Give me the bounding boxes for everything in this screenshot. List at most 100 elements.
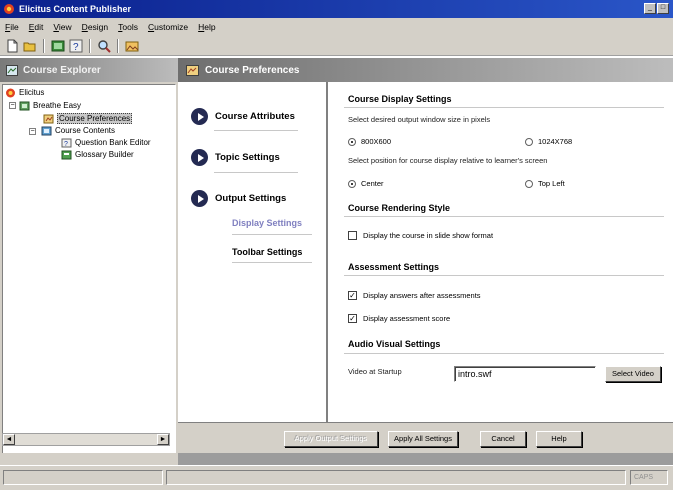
- checkmark-icon: ✓: [348, 291, 357, 300]
- assessment-settings-heading: Assessment Settings: [348, 262, 440, 272]
- menu-file[interactable]: File: [0, 22, 24, 32]
- tree-node-course-contents[interactable]: Course Contents: [41, 125, 115, 136]
- video-at-startup-label: Video at Startup: [348, 367, 402, 376]
- select-video-button[interactable]: Select Video: [605, 366, 661, 382]
- display-settings-content: Course Display Settings Select desired o…: [328, 82, 673, 422]
- tree-node-glossary[interactable]: Glossary Builder: [61, 149, 134, 160]
- svg-text:?: ?: [73, 42, 79, 53]
- tree-label-course-preferences: Course Preferences: [57, 113, 133, 124]
- menu-view[interactable]: View: [48, 22, 76, 32]
- radio-label: 800X600: [361, 137, 392, 146]
- tree-label-question-bank: Question Bank Editor: [75, 138, 151, 147]
- status-pane-message: [166, 470, 626, 485]
- arrow-circle-icon: [191, 108, 208, 125]
- minimize-button[interactable]: _: [644, 3, 656, 14]
- checkbox-unchecked: [348, 231, 357, 240]
- nav-topic-settings[interactable]: Topic Settings: [191, 149, 280, 166]
- cancel-button[interactable]: Cancel: [480, 431, 526, 447]
- radio-800x600[interactable]: 800X600: [348, 137, 391, 146]
- help-button[interactable]: Help: [536, 431, 582, 447]
- tree-horizontal-scrollbar[interactable]: ◄ ►: [2, 433, 170, 446]
- open-folder-icon[interactable]: [22, 38, 38, 54]
- apply-output-settings-button[interactable]: Apply Output Settings: [284, 431, 378, 447]
- toolbar: ?: [0, 36, 673, 56]
- preview-icon[interactable]: [50, 38, 66, 54]
- contents-icon: [41, 126, 52, 135]
- explorer-icon: [6, 64, 18, 76]
- right-footer-strip: [178, 453, 673, 465]
- checkbox-label: Display the course in slide show format: [363, 231, 494, 240]
- checkmark-icon: ✓: [348, 314, 357, 323]
- nav-output-settings[interactable]: Output Settings: [191, 190, 286, 207]
- display-score-checkbox[interactable]: ✓ Display assessment score: [348, 314, 450, 323]
- section-divider: [344, 107, 664, 108]
- tree-node-course-preferences[interactable]: Course Preferences: [43, 113, 133, 124]
- radio-button: [525, 179, 533, 188]
- tree-label-root: Elicitus: [19, 88, 45, 97]
- nav-course-attributes[interactable]: Course Attributes: [191, 108, 295, 125]
- action-button-bar: Apply Output Settings Apply All Settings…: [178, 422, 673, 453]
- course-explorer-header: Course Explorer: [0, 58, 178, 82]
- radio-label: Center: [361, 179, 384, 188]
- tree-label-course-contents: Course Contents: [55, 126, 116, 135]
- preferences-icon: [43, 114, 54, 123]
- window-controls: _ □: [644, 3, 669, 14]
- gallery-icon[interactable]: [124, 38, 140, 54]
- question-bank-icon: ?: [61, 138, 72, 148]
- menu-tools[interactable]: Tools: [113, 22, 143, 32]
- section-divider: [344, 216, 664, 217]
- arrow-circle-icon: [191, 190, 208, 207]
- course-tree: Elicitus − Breathe Easy Course Preferenc…: [2, 84, 176, 468]
- radio-button-selected: [348, 179, 356, 188]
- checkbox-label: Display answers after assessments: [363, 291, 481, 300]
- section-divider: [344, 353, 664, 354]
- radio-center[interactable]: Center: [348, 179, 384, 188]
- course-display-settings-heading: Course Display Settings: [348, 94, 452, 104]
- tree-node-course[interactable]: Breathe Easy: [19, 100, 81, 111]
- nav-toolbar-settings[interactable]: Toolbar Settings: [232, 247, 302, 257]
- menu-edit[interactable]: Edit: [24, 22, 49, 32]
- toolbar-separator: [89, 38, 91, 53]
- maximize-button[interactable]: □: [657, 3, 669, 14]
- scroll-right-button[interactable]: ►: [157, 434, 169, 445]
- tree-node-question-bank[interactable]: ? Question Bank Editor: [61, 137, 151, 148]
- radio-label: 1024X768: [538, 137, 573, 146]
- nav-label: Output Settings: [215, 193, 287, 204]
- window-title: Elicitus Content Publisher: [19, 4, 132, 14]
- new-doc-icon[interactable]: [4, 38, 20, 54]
- menu-design[interactable]: Design: [77, 22, 113, 32]
- section-divider: [344, 275, 664, 276]
- display-answers-checkbox[interactable]: ✓ Display answers after assessments: [348, 291, 481, 300]
- arrow-circle-icon: [191, 149, 208, 166]
- toolbar-separator: [43, 38, 45, 53]
- position-prompt: Select position for course display relat…: [348, 156, 548, 165]
- menu-help[interactable]: Help: [193, 22, 220, 32]
- status-pane-main: [3, 470, 163, 485]
- toolbar-separator: [117, 38, 119, 53]
- nav-display-settings[interactable]: Display Settings: [232, 218, 302, 228]
- course-preferences-title: Course Preferences: [205, 64, 300, 76]
- course-book-icon: [19, 101, 30, 110]
- tree-collapse-toggle[interactable]: −: [29, 128, 36, 135]
- radio-1024x768[interactable]: 1024X768: [525, 137, 572, 146]
- nav-label: Topic Settings: [215, 152, 280, 163]
- slide-show-checkbox[interactable]: Display the course in slide show format: [348, 231, 493, 240]
- course-explorer-panel: Course Explorer Elicitus − Breathe Easy …: [0, 58, 178, 468]
- caps-lock-indicator: CAPS: [630, 470, 668, 485]
- question-icon[interactable]: ?: [68, 38, 84, 54]
- search-icon[interactable]: [96, 38, 112, 54]
- checkbox-label: Display assessment score: [363, 314, 451, 323]
- radio-button-selected: [348, 137, 356, 146]
- radio-top-left[interactable]: Top Left: [525, 179, 565, 188]
- nav-divider: [214, 172, 298, 173]
- tree-collapse-toggle[interactable]: −: [9, 102, 16, 109]
- menu-customize[interactable]: Customize: [143, 22, 193, 32]
- nav-divider: [232, 262, 312, 263]
- preferences-nav: Course Attributes Topic Settings Output …: [178, 82, 326, 422]
- scroll-left-button[interactable]: ◄: [3, 434, 15, 445]
- glossary-icon: [61, 150, 72, 159]
- tree-node-root[interactable]: Elicitus: [5, 87, 44, 98]
- svg-text:?: ?: [64, 141, 68, 148]
- video-file-input[interactable]: intro.swf: [454, 366, 596, 382]
- apply-all-settings-button[interactable]: Apply All Settings: [388, 431, 458, 447]
